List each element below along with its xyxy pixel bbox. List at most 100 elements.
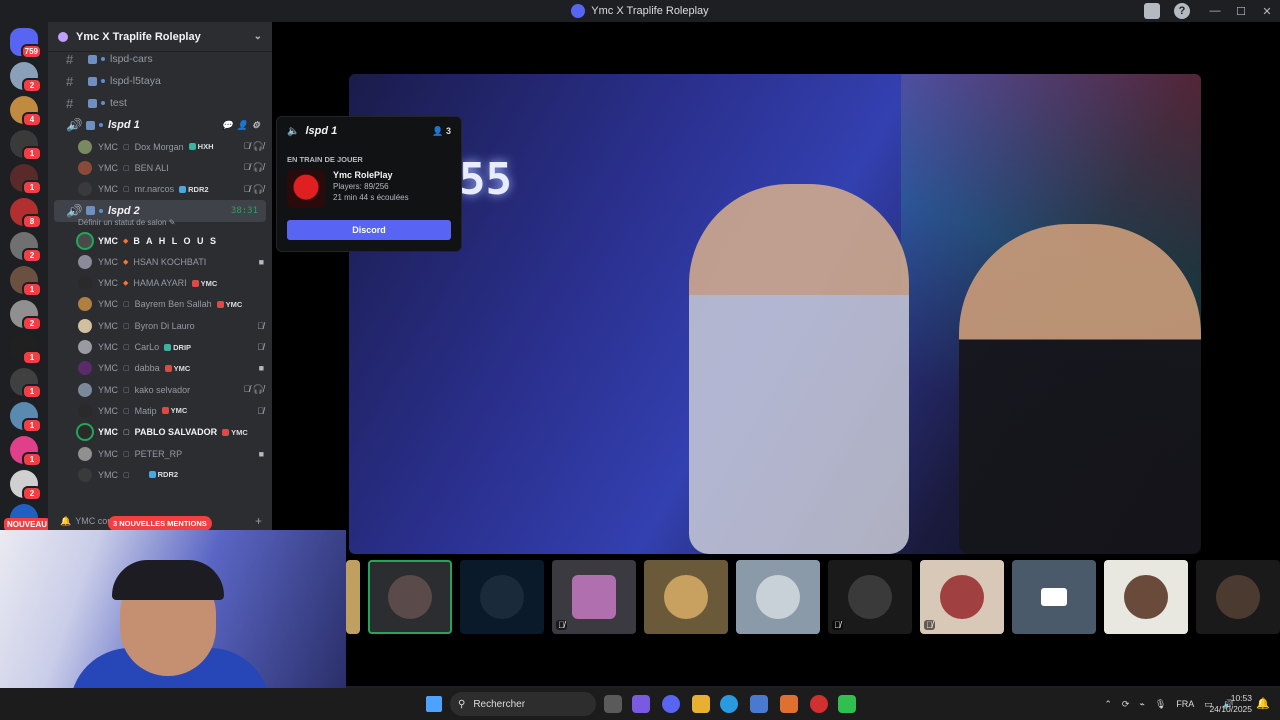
participant-tile[interactable] [1012, 560, 1096, 634]
app-icon[interactable] [780, 695, 798, 713]
edge-icon[interactable] [720, 695, 738, 713]
notifications-icon[interactable]: 🔔 [1256, 697, 1270, 710]
voice-user[interactable]: YMC ▢ PABLO SALVADOR YMC [48, 422, 272, 443]
voice-user[interactable]: YMC ▢ kako selvador 🎙̸ 🎧̸ [48, 379, 272, 400]
network-icon[interactable]: ⌁ [1139, 699, 1144, 710]
avatar [78, 160, 92, 175]
voice-user[interactable]: YMC ▢ PETER_RP ■ [48, 443, 272, 464]
text-channel[interactable]: # test [54, 92, 266, 114]
lightning-icon [148, 471, 156, 479]
hash-icon: # [66, 51, 74, 67]
gear-icon[interactable]: ⚙ [252, 120, 260, 131]
playing-label: EN TRAIN DE JOUER [287, 155, 363, 164]
popup-channel-name: lspd 1 [305, 125, 338, 137]
server-icon[interactable]: 2 [10, 470, 42, 501]
maximize-button[interactable]: ☐ [1228, 5, 1254, 18]
new-mentions-badge[interactable]: 3 NOUVELLES MENTIONS [108, 516, 212, 531]
text-channel[interactable]: # lspd-cars [54, 48, 266, 70]
participant-tile[interactable] [346, 560, 360, 634]
server-icon[interactable]: 2 [10, 300, 42, 331]
server-icon[interactable]: 1 [10, 368, 42, 399]
invite-icon[interactable]: 👤 [237, 120, 248, 131]
app-icon[interactable] [838, 695, 856, 713]
chat-icon[interactable]: 💬 [221, 120, 232, 131]
game-activity: Ymc RolePlay Players: 89/256 21 min 44 s… [287, 170, 451, 208]
help-icon[interactable]: ? [1174, 3, 1190, 19]
game-elapsed: 21 min 44 s écoulées [333, 193, 409, 202]
avatar [78, 233, 92, 248]
participant-tile[interactable] [644, 560, 728, 634]
voice-user[interactable]: YMC ◆ HSAN KOCHBATI ■ [48, 251, 272, 272]
inbox-icon[interactable] [1144, 3, 1160, 19]
person-in-video [689, 184, 909, 554]
server-icon[interactable]: 2 [10, 62, 42, 93]
discord-app-icon [571, 4, 586, 18]
start-button[interactable] [426, 696, 442, 712]
participant-tile[interactable]: 🎙̸ [828, 560, 912, 634]
window-controls: — ☐ ✕ [1202, 0, 1280, 22]
voice-user[interactable]: YMC ▢ Dox Morgan HXH 🎙̸ 🎧̸ [48, 136, 272, 157]
server-icon[interactable]: 2 [10, 232, 42, 263]
participant-tile[interactable] [460, 560, 544, 634]
server-icon[interactable]: 1 [10, 334, 42, 365]
avatar [480, 575, 524, 619]
participant-tile[interactable] [1196, 560, 1280, 634]
text-channel[interactable]: # lspd-l5taya [54, 70, 266, 92]
voice-user[interactable]: YMC ▢ mr.narcos RDR2 🎙̸ 🎧̸ [48, 179, 272, 200]
voice-user[interactable]: YMC ▢ Bayrem Ben Sallah YMC [48, 294, 272, 315]
dot-icon [99, 123, 103, 127]
sync-icon[interactable]: ⟳ [1122, 699, 1130, 710]
voice-user[interactable]: YMC ▢ Matip YMC 🎙̸ [48, 400, 272, 421]
main-video-stream[interactable]: 55 [349, 74, 1201, 554]
home-badge: 759 [20, 44, 42, 59]
discord-taskbar-icon[interactable] [662, 695, 680, 713]
server-icon[interactable]: 1 [10, 436, 42, 467]
minimize-button[interactable]: — [1202, 5, 1228, 17]
member-count: 👤 3 [432, 125, 451, 136]
home-button[interactable]: 759 [10, 28, 42, 59]
task-view-icon[interactable] [604, 695, 622, 713]
server-icon[interactable]: 1 [10, 130, 42, 161]
voice-user[interactable]: YMC ▢ CarLo DRIP 🎙̸ [48, 336, 272, 357]
voice-user[interactable]: YMC ◆ B A H L O U S [48, 230, 272, 251]
server-name: Ymc X Traplife Roleplay [76, 30, 201, 43]
server-icon[interactable]: 1 [10, 266, 42, 297]
discord-button[interactable]: Discord [287, 220, 451, 240]
channel-status[interactable]: Définir un statut de salon ✎ [48, 218, 272, 230]
dot-icon [99, 208, 103, 213]
language-indicator[interactable]: FRA [1176, 699, 1194, 709]
close-button[interactable]: ✕ [1254, 5, 1280, 18]
participant-tile[interactable]: 🎙̸ [920, 560, 1004, 634]
voice-user[interactable]: YMC ▢ RDR2 [48, 464, 272, 485]
server-icon[interactable]: 1 [10, 402, 42, 433]
voice-user[interactable]: YMC ▢ BEN ALI 🎙̸ 🎧̸ [48, 157, 272, 178]
neon-sign-text: 55 [459, 154, 512, 205]
server-icon[interactable]: 1 [10, 164, 42, 195]
avatar [78, 318, 92, 333]
plus-icon[interactable]: + [255, 514, 272, 528]
voice-channel-lspd1[interactable]: 🔊 lspd 1 💬 👤 ⚙ [54, 114, 266, 136]
voice-user[interactable]: YMC ▢ Byron Di Lauro 🎙̸ [48, 315, 272, 336]
copilot-icon[interactable] [632, 695, 650, 713]
participant-tile[interactable]: 🎙̸ [552, 560, 636, 634]
channel-emoji-icon [86, 206, 95, 216]
chevron-up-icon[interactable]: ⌃ [1104, 699, 1112, 710]
game-icon [188, 143, 196, 151]
taskbar-search[interactable]: ⚲ Rechercher [450, 692, 596, 716]
fire-icon [222, 428, 230, 436]
store-icon[interactable] [750, 695, 768, 713]
chevron-down-icon[interactable]: ⌄ [254, 31, 262, 42]
file-explorer-icon[interactable] [692, 695, 710, 713]
server-icon[interactable]: 4 [10, 96, 42, 127]
participant-tile[interactable] [368, 560, 452, 634]
app-icon[interactable] [810, 695, 828, 713]
participant-tile[interactable] [736, 560, 820, 634]
voice-user[interactable]: YMC ▢ dabba YMC ■ [48, 358, 272, 379]
participant-tile[interactable] [1104, 560, 1188, 634]
person-cap [112, 560, 224, 600]
channel-emoji-icon [88, 54, 97, 64]
voice-user[interactable]: YMC ◆ HAMA AYARI YMC [48, 272, 272, 293]
server-icon[interactable]: 8 [10, 198, 42, 229]
mic-icon[interactable]: 🎙 [1155, 699, 1166, 710]
clock[interactable]: 10:53 24/10/2025 [1209, 693, 1252, 715]
